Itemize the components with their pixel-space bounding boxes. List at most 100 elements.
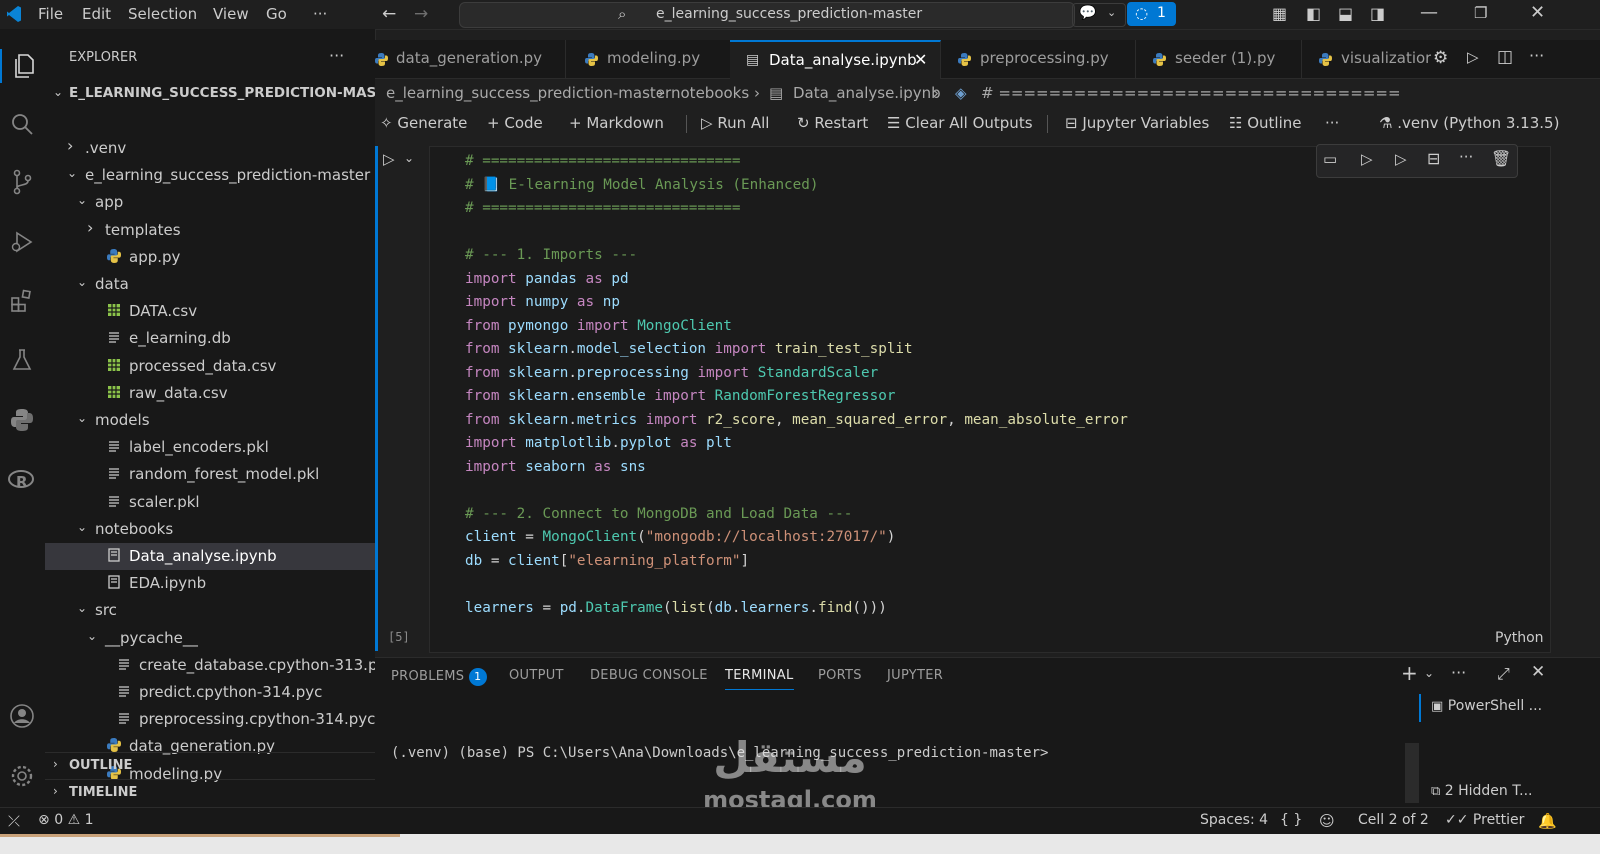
jupyter-variables-button[interactable]: ⊟ Jupyter Variables: [1065, 114, 1209, 132]
breadcrumb-file[interactable]: Data_analyse.ipynb: [793, 84, 941, 102]
file-tree-item[interactable]: ⌄ __pycache__: [45, 625, 375, 652]
run-below-icon[interactable]: ▷: [1395, 150, 1407, 168]
panel-tab-debug-console[interactable]: DEBUG CONSOLE: [590, 668, 708, 683]
file-tree-item[interactable]: ⌄ models: [45, 407, 375, 434]
panel-tab-ports[interactable]: PORTS: [818, 668, 862, 683]
forward-arrow-icon[interactable]: →: [414, 4, 428, 24]
tab-visualization[interactable]: visualizatior: [1301, 40, 1431, 78]
testing-flask-icon[interactable]: [5, 343, 39, 377]
minimize-icon[interactable]: —: [1420, 2, 1438, 23]
python-icon[interactable]: [5, 403, 39, 437]
delete-cell-icon[interactable]: 🗑: [1491, 149, 1511, 168]
file-tree-item[interactable]: predict.cpython-314.pyc: [45, 679, 375, 706]
file-tree-item[interactable]: › .venv: [45, 135, 375, 162]
breadcrumb-cell[interactable]: # ================================: [981, 84, 1401, 102]
file-tree-item[interactable]: ⌄ notebooks: [45, 516, 375, 543]
toolbar-more-button[interactable]: ···: [1325, 114, 1339, 132]
chevron-down-icon[interactable]: ⌄: [1424, 666, 1434, 680]
file-tree-item[interactable]: raw_data.csv: [45, 380, 375, 407]
cell-position-status[interactable]: Cell 2 of 2: [1358, 812, 1429, 828]
more-actions-icon[interactable]: ···: [1529, 46, 1544, 65]
indentation-status[interactable]: Spaces: 4: [1200, 812, 1268, 828]
file-tree-item[interactable]: label_encoders.pkl: [45, 434, 375, 461]
run-debug-icon[interactable]: [5, 225, 39, 259]
add-code-cell-button[interactable]: + Code: [487, 114, 543, 132]
menu-view[interactable]: View: [213, 5, 249, 23]
language-braces-status[interactable]: { }: [1280, 812, 1302, 828]
menu-edit[interactable]: Edit: [82, 5, 111, 23]
outline-button[interactable]: ☷ Outline: [1229, 114, 1302, 132]
file-tree-item[interactable]: e_learning.db: [45, 325, 375, 352]
settings-gear-icon[interactable]: [5, 759, 39, 793]
terminal-scrollbar[interactable]: [1405, 743, 1419, 803]
close-tab-icon[interactable]: ✕: [914, 50, 927, 69]
copilot-status-icon[interactable]: ☺: [1319, 812, 1335, 830]
prettier-status[interactable]: ✓✓ Prettier: [1445, 812, 1524, 828]
generate-button[interactable]: ✧ Generate: [380, 114, 467, 132]
explorer-icon[interactable]: [0, 49, 47, 83]
extensions-icon[interactable]: [5, 284, 39, 318]
close-panel-icon[interactable]: ✕: [1531, 662, 1545, 682]
maximize-panel-icon[interactable]: ⤢: [1497, 664, 1510, 684]
clear-outputs-button[interactable]: ☰ Clear All Outputs: [887, 114, 1033, 132]
outline-section[interactable]: › OUTLINE: [45, 752, 375, 779]
file-tree-item[interactable]: EDA.ipynb: [45, 570, 375, 597]
tab-data-generation[interactable]: data_generation.py: [375, 40, 566, 78]
terminal-powershell-item[interactable]: ▣ PowerShell ...: [1431, 698, 1542, 714]
source-control-icon[interactable]: [5, 165, 39, 199]
panel-tab-terminal[interactable]: TERMINAL: [725, 668, 794, 690]
file-tree-item[interactable]: ⌄ app: [45, 189, 375, 216]
explorer-root-folder[interactable]: ⌄ E_LEARNING_SUCCESS_PREDICTION-MASTER: [45, 81, 375, 108]
cell-language[interactable]: Python: [1495, 630, 1544, 646]
run-cell-icon[interactable]: ▷: [383, 150, 395, 168]
menu-go[interactable]: Go: [266, 5, 287, 23]
copilot-status-button[interactable]: ◌ 1: [1127, 2, 1176, 26]
panel-tab-jupyter[interactable]: JUPYTER: [887, 668, 943, 683]
run-all-button[interactable]: ▷ Run All: [701, 114, 769, 132]
tab-modeling[interactable]: modeling.py: [565, 40, 731, 78]
chevron-down-icon[interactable]: ⌄: [404, 151, 414, 165]
file-tree-item[interactable]: ⌄ data: [45, 271, 375, 298]
file-tree-item[interactable]: random_forest_model.pkl: [45, 461, 375, 488]
panel-more-icon[interactable]: ···: [1451, 663, 1466, 682]
problems-status[interactable]: ⊗ 0 ⚠ 1: [38, 812, 94, 828]
new-terminal-plus-icon[interactable]: +: [1401, 661, 1418, 685]
panel-tab-problems[interactable]: PROBLEMS 1: [391, 668, 487, 686]
file-tree-item[interactable]: ⌄ src: [45, 597, 375, 624]
explorer-more-icon[interactable]: ···: [329, 46, 344, 65]
toggle-secondary-sidebar-icon[interactable]: ◨: [1370, 4, 1385, 23]
file-tree-item[interactable]: create_database.cpython-313.pyc: [45, 652, 375, 679]
split-editor-icon[interactable]: ◫: [1497, 47, 1513, 67]
menu-file[interactable]: File: [38, 5, 63, 23]
run-play-icon[interactable]: ▷: [1467, 48, 1479, 66]
remote-icon[interactable]: ⤫: [8, 812, 20, 830]
menu-selection[interactable]: Selection: [128, 5, 197, 23]
tab-seeder[interactable]: seeder (1).py: [1135, 40, 1302, 78]
kernel-picker[interactable]: ⚗ .venv (Python 3.13.5): [1379, 114, 1559, 132]
file-tree-item[interactable]: preprocessing.cpython-314.pyc: [45, 706, 375, 733]
split-cell-icon[interactable]: ⊟: [1427, 149, 1440, 168]
notifications-bell-icon[interactable]: 🔔: [1538, 812, 1557, 830]
timeline-section[interactable]: › TIMELINE: [45, 779, 375, 806]
r-language-icon[interactable]: R: [5, 463, 39, 497]
breadcrumb-notebooks[interactable]: notebooks: [671, 84, 749, 102]
file-tree-item[interactable]: DATA.csv: [45, 298, 375, 325]
file-tree-item[interactable]: scaler.pkl: [45, 489, 375, 516]
hidden-terminals-item[interactable]: ⧉ 2 Hidden T...: [1431, 783, 1532, 799]
account-icon[interactable]: [5, 699, 39, 733]
copilot-chat-button[interactable]: 💬 ⌄: [1072, 3, 1126, 27]
file-tree-item[interactable]: ⌄ e_learning_success_prediction-master: [45, 162, 375, 189]
cell-more-icon[interactable]: ···: [1459, 148, 1473, 166]
tab-data-analyse-active[interactable]: ▤ Data_analyse.ipynb ✕: [730, 40, 941, 79]
toggle-panel-icon[interactable]: ⬓: [1338, 4, 1353, 23]
panel-tab-output[interactable]: OUTPUT: [509, 668, 564, 683]
close-window-icon[interactable]: ✕: [1530, 2, 1545, 23]
toggle-sidebar-icon[interactable]: ◧: [1306, 4, 1321, 23]
restart-button[interactable]: ↻ Restart: [797, 114, 868, 132]
back-arrow-icon[interactable]: ←: [382, 4, 396, 24]
command-center-search[interactable]: ⌕ e_learning_success_prediction-master: [459, 2, 1075, 28]
execute-cell-below-icon[interactable]: ▷: [1361, 150, 1373, 168]
menu-more[interactable]: ···: [313, 5, 327, 23]
file-tree-item[interactable]: app.py: [45, 244, 375, 271]
file-tree-item[interactable]: › templates: [45, 217, 375, 244]
